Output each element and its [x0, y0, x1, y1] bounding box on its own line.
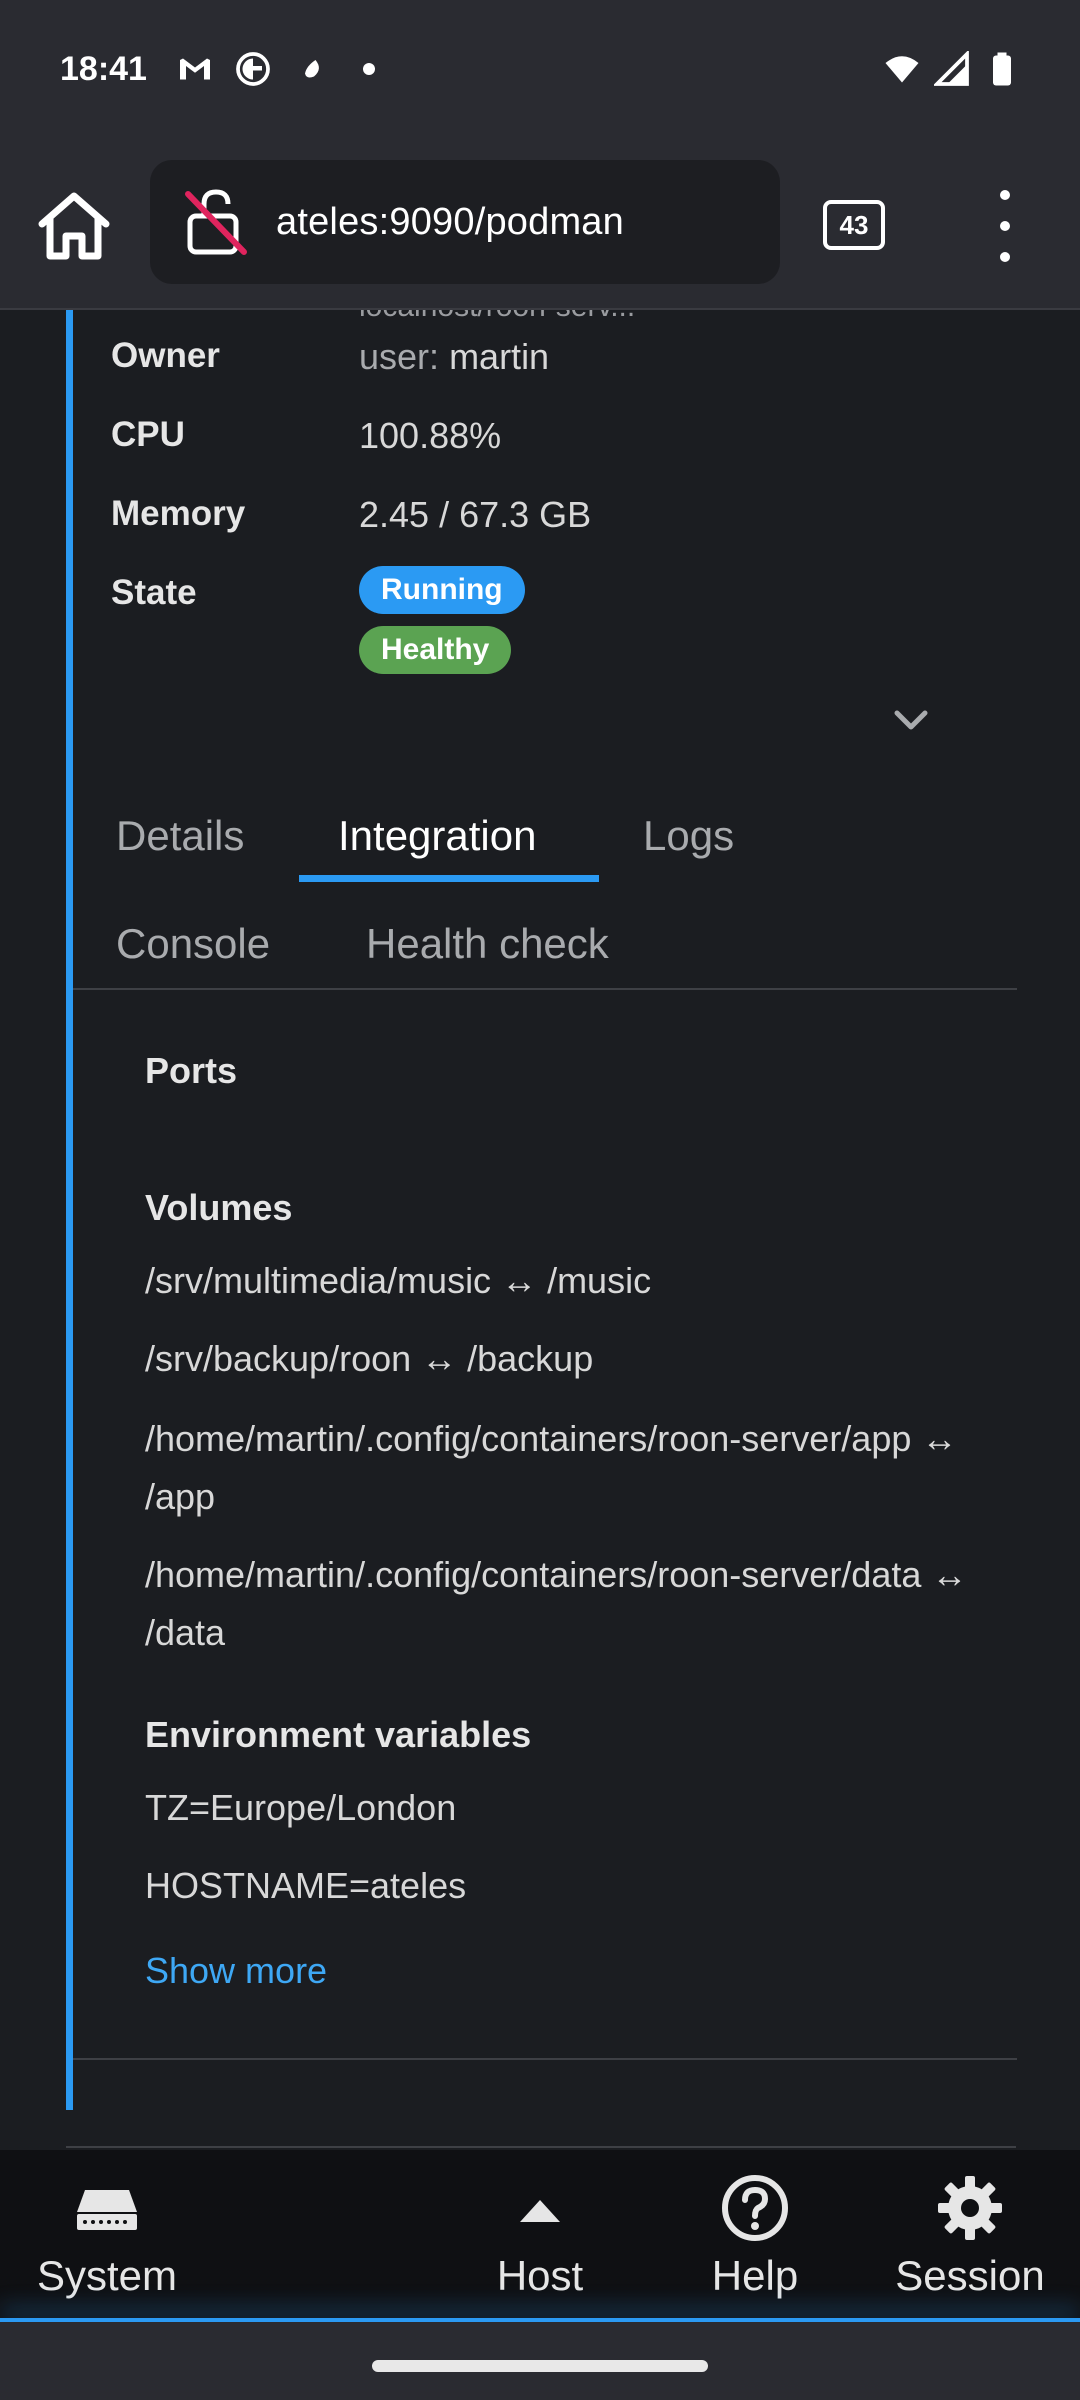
app-notification-icon	[235, 51, 271, 87]
menu-dot-icon	[1000, 190, 1010, 200]
home-icon	[38, 192, 110, 260]
server-icon	[71, 2172, 143, 2244]
cpu-label: CPU	[111, 415, 185, 454]
volumes-title: Volumes	[145, 1187, 293, 1228]
nav-label: Session	[895, 2252, 1045, 2299]
env-title: Environment variables	[145, 1714, 532, 1755]
nav-label: Host	[496, 2252, 584, 2299]
owner-prefix: user:	[359, 336, 440, 377]
cpu-value: 100.88%	[359, 415, 502, 456]
next-card-edge	[66, 2146, 1016, 2148]
url-text: ateles:9090/podman	[276, 200, 624, 243]
wifi-icon	[884, 51, 920, 87]
url-bar[interactable]: ateles:9090/podman	[150, 160, 780, 284]
gmail-icon	[177, 51, 213, 87]
tab-console[interactable]: Console	[116, 920, 270, 968]
owner-label: Owner	[111, 336, 220, 375]
nav-session[interactable]: Session	[880, 2172, 1060, 2300]
nav-label: System	[36, 2252, 178, 2299]
system-gesture-area	[0, 2322, 1080, 2400]
show-more-link[interactable]: Show more	[145, 1950, 327, 1992]
menu-dot-icon	[1000, 252, 1010, 262]
caret-up-icon	[504, 2172, 576, 2244]
signal-icon	[934, 51, 970, 87]
tab-health-check[interactable]: Health check	[366, 920, 609, 968]
volume-item: /home/martin/.config/containers/roon-ser…	[145, 1554, 968, 1653]
home-button[interactable]	[34, 190, 114, 262]
tab-logs[interactable]: Logs	[643, 812, 734, 860]
home-gesture-handle[interactable]	[372, 2360, 708, 2372]
active-tab-indicator	[299, 875, 599, 882]
bottom-navigation: System Host Help Session	[0, 2150, 1080, 2328]
notification-dot-icon	[351, 51, 387, 87]
page-content: localhost/roon-serv... Owner user: marti…	[0, 310, 1080, 2150]
tabs-divider	[73, 988, 1017, 990]
nav-system[interactable]: System	[22, 2172, 192, 2300]
env-item: HOSTNAME=ateles	[145, 1865, 467, 1906]
browser-menu-button[interactable]	[990, 190, 1020, 262]
browser-toolbar: ateles:9090/podman 43	[0, 138, 1080, 310]
tab-details[interactable]: Details	[116, 812, 244, 860]
card-divider	[73, 2058, 1017, 2060]
memory-value: 2.45 / 67.3 GB	[359, 494, 592, 535]
state-label: State	[111, 573, 197, 612]
nav-help[interactable]: Help	[680, 2172, 830, 2300]
container-card: localhost/roon-serv... Owner user: marti…	[66, 310, 1017, 2110]
memory-label: Memory	[111, 494, 246, 533]
status-badge-healthy: Healthy	[359, 626, 512, 674]
volume-item: /srv/backup/roon ↔ /backup	[145, 1338, 594, 1379]
nav-host[interactable]: Host	[460, 2172, 620, 2300]
env-item: TZ=Europe/London	[145, 1787, 457, 1828]
menu-dot-icon	[1000, 221, 1010, 231]
owner-name: martin	[449, 336, 550, 377]
nav-label: Help	[711, 2252, 799, 2299]
chevron-down-icon[interactable]	[891, 705, 931, 735]
volume-item: /srv/multimedia/music ↔ /music	[145, 1260, 652, 1301]
tab-switcher-button[interactable]: 43	[823, 200, 885, 250]
insecure-lock-icon[interactable]	[180, 186, 252, 258]
status-time: 18:41	[60, 49, 147, 88]
gear-icon	[934, 2172, 1006, 2244]
container-image: localhost/roon-serv...	[359, 310, 635, 324]
volume-item: /home/martin/.config/containers/roon-ser…	[145, 1418, 958, 1517]
help-icon	[719, 2172, 791, 2244]
drop-icon	[293, 51, 329, 87]
battery-icon	[984, 51, 1020, 87]
status-bar: 18:41	[0, 0, 1080, 138]
owner-value: user: martin	[359, 336, 549, 378]
status-badge-running: Running	[359, 566, 525, 614]
ports-title: Ports	[145, 1050, 238, 1091]
tab-integration[interactable]: Integration	[338, 812, 536, 860]
